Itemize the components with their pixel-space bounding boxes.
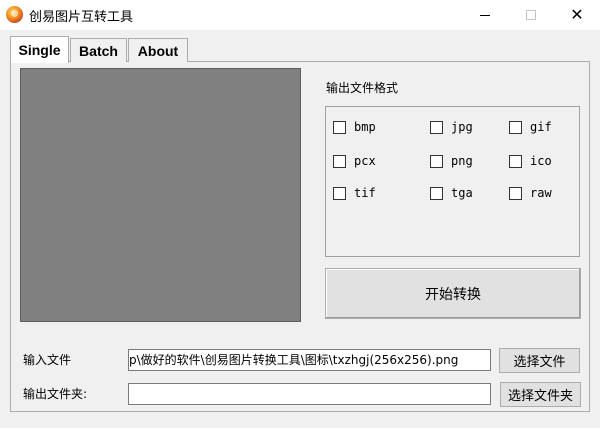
format-label: bmp bbox=[354, 120, 376, 134]
input-file-label: 输入文件 bbox=[23, 353, 72, 367]
image-preview bbox=[20, 68, 301, 322]
format-checkbox-pcx[interactable]: pcx bbox=[333, 154, 376, 168]
checkbox-box[interactable] bbox=[509, 120, 522, 134]
checkbox-box[interactable] bbox=[509, 186, 522, 200]
minimize-icon bbox=[480, 14, 490, 16]
select-file-button[interactable]: 选择文件 bbox=[499, 348, 580, 373]
format-checkbox-raw[interactable]: raw bbox=[509, 186, 552, 200]
select-folder-button[interactable]: 选择文件夹 bbox=[500, 382, 581, 407]
maximize-button[interactable] bbox=[508, 0, 554, 30]
format-label: raw bbox=[530, 186, 552, 200]
app-logo-icon bbox=[6, 6, 23, 23]
checkbox-box[interactable] bbox=[430, 154, 443, 168]
output-folder-label: 输出文件夹: bbox=[23, 387, 88, 401]
checkbox-box[interactable] bbox=[509, 154, 522, 168]
format-label: jpg bbox=[451, 120, 473, 134]
close-button[interactable]: ✕ bbox=[554, 0, 600, 30]
format-checkbox-tif[interactable]: tif bbox=[333, 186, 376, 200]
format-label: png bbox=[451, 154, 473, 168]
format-label: ico bbox=[530, 154, 552, 168]
format-checkbox-tga[interactable]: tga bbox=[430, 186, 473, 200]
format-label: pcx bbox=[354, 154, 376, 168]
checkbox-box[interactable] bbox=[333, 186, 346, 200]
input-file-field[interactable]: p\做好的软件\创易图片转换工具\图标\txzhgj(256x256).png bbox=[128, 349, 491, 371]
checkbox-box[interactable] bbox=[430, 120, 443, 134]
format-checkbox-ico[interactable]: ico bbox=[509, 154, 552, 168]
close-icon: ✕ bbox=[570, 5, 584, 24]
format-checkbox-bmp[interactable]: bmp bbox=[333, 120, 376, 134]
checkbox-box[interactable] bbox=[430, 186, 443, 200]
tab-single[interactable]: Single bbox=[10, 36, 69, 63]
checkbox-box[interactable] bbox=[333, 154, 346, 168]
title-bar: 创易图片互转工具 ✕ bbox=[0, 0, 600, 30]
minimize-button[interactable] bbox=[462, 0, 508, 30]
checkbox-box[interactable] bbox=[333, 120, 346, 134]
format-label: tif bbox=[354, 186, 376, 200]
start-convert-button[interactable]: 开始转换 bbox=[325, 268, 581, 319]
output-folder-field[interactable] bbox=[128, 383, 491, 405]
format-checkbox-gif[interactable]: gif bbox=[509, 120, 552, 134]
maximize-icon bbox=[526, 10, 536, 20]
tab-about[interactable]: About bbox=[128, 38, 188, 62]
tab-batch[interactable]: Batch bbox=[70, 38, 127, 62]
format-checkbox-png[interactable]: png bbox=[430, 154, 473, 168]
window-title: 创易图片互转工具 bbox=[29, 10, 134, 25]
output-format-label: 输出文件格式 bbox=[326, 81, 399, 95]
format-checkbox-jpg[interactable]: jpg bbox=[430, 120, 473, 134]
format-label: tga bbox=[451, 186, 473, 200]
input-file-value: p\做好的软件\创易图片转换工具\图标\txzhgj(256x256).png bbox=[129, 353, 459, 367]
format-label: gif bbox=[530, 120, 552, 134]
